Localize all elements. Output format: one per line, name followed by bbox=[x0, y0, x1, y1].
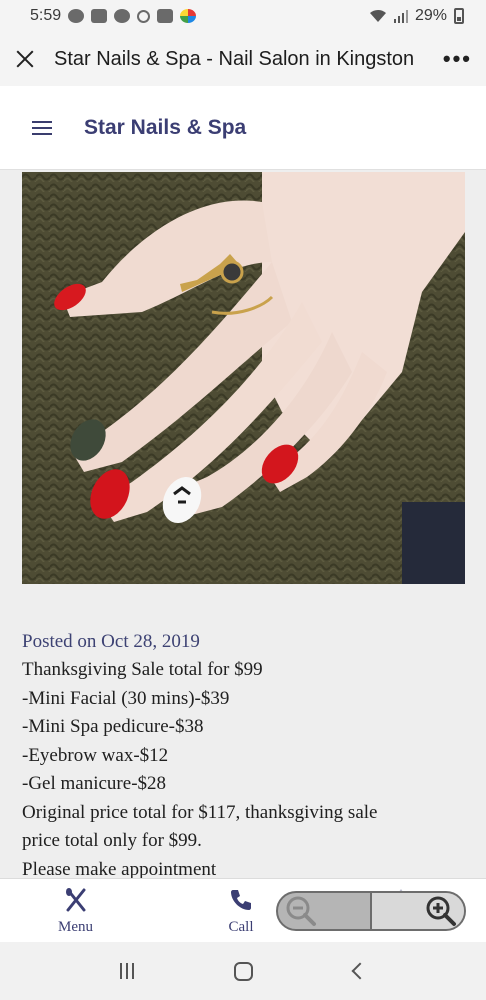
status-bar: 5:59 29% bbox=[0, 0, 486, 32]
app-icon bbox=[180, 9, 197, 23]
phone-icon bbox=[231, 890, 251, 910]
status-right: 29% bbox=[369, 7, 464, 25]
browser-title-bar: Star Nails & Spa - Nail Salon in Kingsto… bbox=[0, 32, 486, 86]
more-icon[interactable]: ••• bbox=[443, 46, 472, 72]
wifi-icon bbox=[369, 9, 386, 22]
home-icon[interactable] bbox=[234, 961, 254, 981]
post-line: -Mini Spa pedicure-$38 bbox=[22, 716, 204, 737]
nail-photo-drawing bbox=[22, 172, 465, 584]
signal-icon bbox=[393, 10, 408, 23]
message-icon bbox=[114, 9, 131, 23]
call-button[interactable]: Call bbox=[228, 887, 254, 936]
search-icon bbox=[137, 9, 151, 23]
zoom-in-button[interactable] bbox=[370, 893, 464, 929]
back-icon[interactable] bbox=[351, 962, 369, 980]
utensils-icon bbox=[65, 888, 85, 912]
zoom-out-icon bbox=[286, 896, 316, 926]
post-date: Posted on Oct 28, 2019 bbox=[22, 631, 200, 652]
site-title[interactable]: Star Nails & Spa bbox=[84, 116, 246, 140]
menu-button[interactable]: Menu bbox=[58, 887, 93, 936]
system-navigation-bar bbox=[0, 942, 486, 1000]
call-label: Call bbox=[228, 919, 254, 935]
post-line: Thanksgiving Sale total for $99 bbox=[22, 659, 263, 680]
zoom-in-icon bbox=[426, 896, 456, 926]
page-title: Star Nails & Spa - Nail Salon in Kingsto… bbox=[54, 47, 415, 70]
post-line: -Mini Facial (30 mins)-$39 bbox=[22, 687, 230, 709]
gmail-icon bbox=[91, 9, 108, 23]
post-line: price total only for $99. bbox=[22, 830, 202, 851]
close-icon[interactable] bbox=[14, 48, 36, 70]
post: Posted on Oct 28, 2019 Thanksgiving Sale… bbox=[22, 628, 466, 878]
status-left: 5:59 bbox=[30, 7, 197, 25]
battery-percent: 29% bbox=[414, 7, 447, 24]
menu-label: Menu bbox=[58, 919, 93, 935]
status-time: 5:59 bbox=[30, 7, 62, 24]
zoom-control bbox=[276, 891, 466, 931]
gallery-icon bbox=[157, 9, 174, 23]
site-header: Star Nails & Spa bbox=[0, 86, 486, 170]
hamburger-icon[interactable] bbox=[32, 120, 52, 135]
post-line: Please make appointment bbox=[22, 858, 217, 879]
zoom-out-button[interactable] bbox=[278, 893, 370, 929]
post-line: Original price total for $117, thanksgiv… bbox=[22, 801, 378, 823]
battery-icon bbox=[454, 8, 464, 24]
wechat-icon bbox=[68, 9, 85, 23]
nail-photo bbox=[22, 172, 465, 584]
post-line: -Gel manicure-$28 bbox=[22, 773, 167, 794]
post-line: -Eyebrow wax-$12 bbox=[22, 744, 169, 766]
recent-apps-icon[interactable] bbox=[120, 963, 135, 979]
page-content: Posted on Oct 28, 2019 Thanksgiving Sale… bbox=[0, 170, 486, 878]
